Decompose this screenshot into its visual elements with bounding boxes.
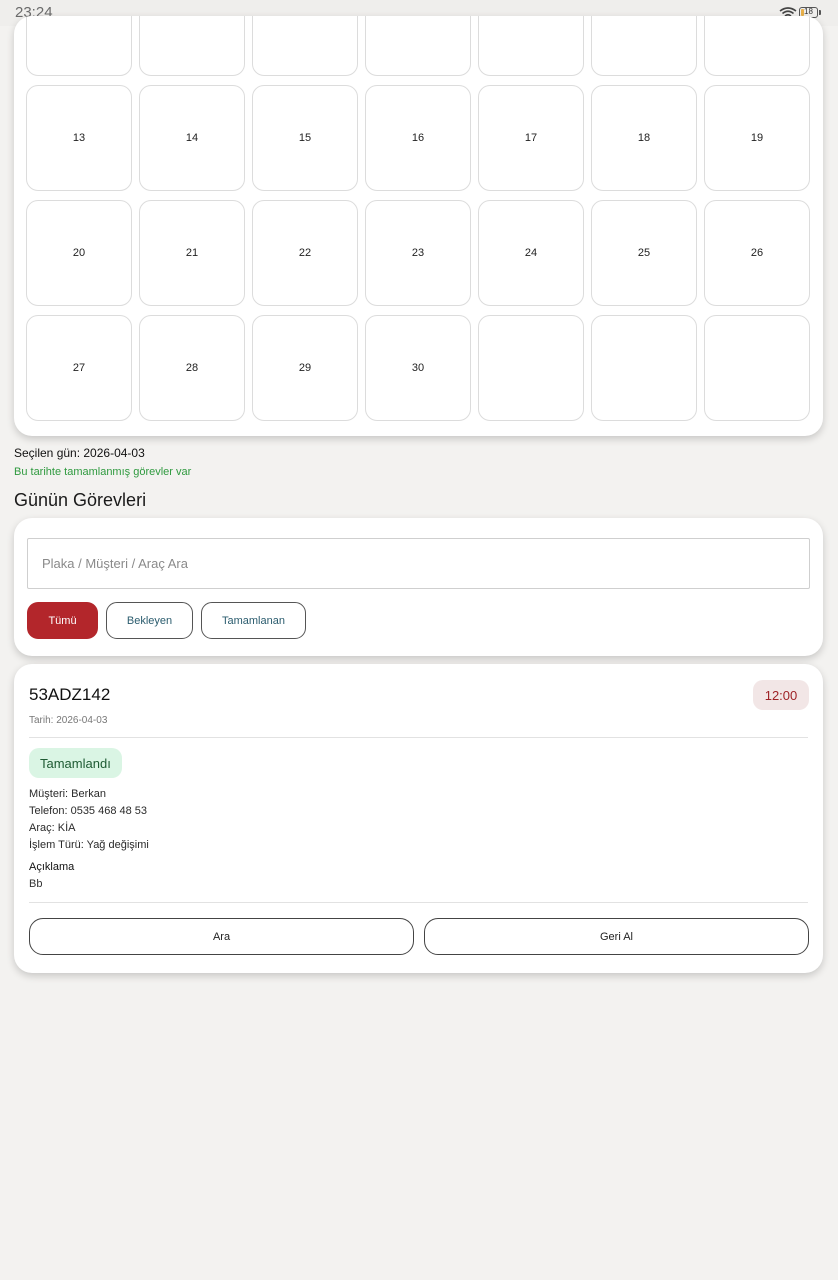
battery-level: 18 xyxy=(804,7,813,16)
calendar-day[interactable]: 29 xyxy=(252,315,358,421)
calendar-day[interactable]: 24 xyxy=(478,200,584,306)
calendar-day[interactable]: 25 xyxy=(591,200,697,306)
battery-tip xyxy=(819,10,821,15)
calendar-day[interactable]: 15 xyxy=(252,85,358,191)
calendar-day-empty xyxy=(704,315,810,421)
calendar-day-empty xyxy=(591,16,697,76)
calendar-day[interactable]: 17 xyxy=(478,85,584,191)
search-input[interactable] xyxy=(27,538,810,589)
calendar-day[interactable]: 13 xyxy=(26,85,132,191)
calendar-day[interactable]: 20 xyxy=(26,200,132,306)
call-button[interactable]: Ara xyxy=(29,918,414,955)
calendar-day[interactable]: 30 xyxy=(365,315,471,421)
status-badge: Tamamlandı xyxy=(29,748,122,778)
calendar-day[interactable]: 21 xyxy=(139,200,245,306)
calendar-day[interactable]: 23 xyxy=(365,200,471,306)
filter-all-button[interactable]: Tümü xyxy=(27,602,98,639)
task-customer: Müşteri: Berkan xyxy=(29,788,107,800)
calendar-day-empty xyxy=(365,16,471,76)
calendar-day-empty xyxy=(26,16,132,76)
calendar-day-empty xyxy=(478,315,584,421)
task-card: 53ADZ142 12:00 Tarih: 2026-04-03 Tamamla… xyxy=(14,664,823,973)
filter-card: Tümü Bekleyen Tamamlanan xyxy=(14,518,823,656)
calendar-day[interactable]: 14 xyxy=(139,85,245,191)
calendar-day[interactable]: 28 xyxy=(139,315,245,421)
task-plate: 53ADZ142 xyxy=(29,685,111,704)
task-date: Tarih: 2026-04-03 xyxy=(29,715,108,726)
undo-button[interactable]: Geri Al xyxy=(424,918,809,955)
filter-completed-button[interactable]: Tamamlanan xyxy=(201,602,306,639)
calendar-day[interactable]: 19 xyxy=(704,85,810,191)
calendar-day-empty xyxy=(252,16,358,76)
calendar-day[interactable]: 18 xyxy=(591,85,697,191)
divider xyxy=(29,737,808,738)
completed-tasks-info: Bu tarihte tamamlanmış görevler var xyxy=(14,466,192,478)
calendar-day[interactable]: 22 xyxy=(252,200,358,306)
calendar-day[interactable]: 26 xyxy=(704,200,810,306)
calendar-day-empty xyxy=(591,315,697,421)
task-phone: Telefon: 0535 468 48 53 xyxy=(29,805,148,817)
calendar-day-empty xyxy=(139,16,245,76)
calendar-day[interactable]: 27 xyxy=(26,315,132,421)
task-vehicle: Araç: KİA xyxy=(29,822,76,834)
calendar-card: 13 14 15 16 17 18 19 20 21 22 23 24 25 26 27 28 29 30 xyxy=(14,16,823,436)
calendar-day[interactable]: 16 xyxy=(365,85,471,191)
divider xyxy=(29,902,808,903)
description-text: Bb xyxy=(29,878,43,890)
calendar-day-empty xyxy=(704,16,810,76)
calendar-grid: 13 14 15 16 17 18 19 20 21 22 23 24 25 26 27 28 29 30 xyxy=(26,16,810,421)
task-time-badge: 12:00 xyxy=(753,680,809,710)
filter-pending-button[interactable]: Bekleyen xyxy=(106,602,193,639)
description-label: Açıklama xyxy=(29,861,75,873)
task-service-type: İşlem Türü: Yağ değişimi xyxy=(29,839,149,851)
section-title: Günün Görevleri xyxy=(14,490,147,510)
calendar-day-empty xyxy=(478,16,584,76)
selected-day-label: Seçilen gün: 2026-04-03 xyxy=(14,446,145,460)
